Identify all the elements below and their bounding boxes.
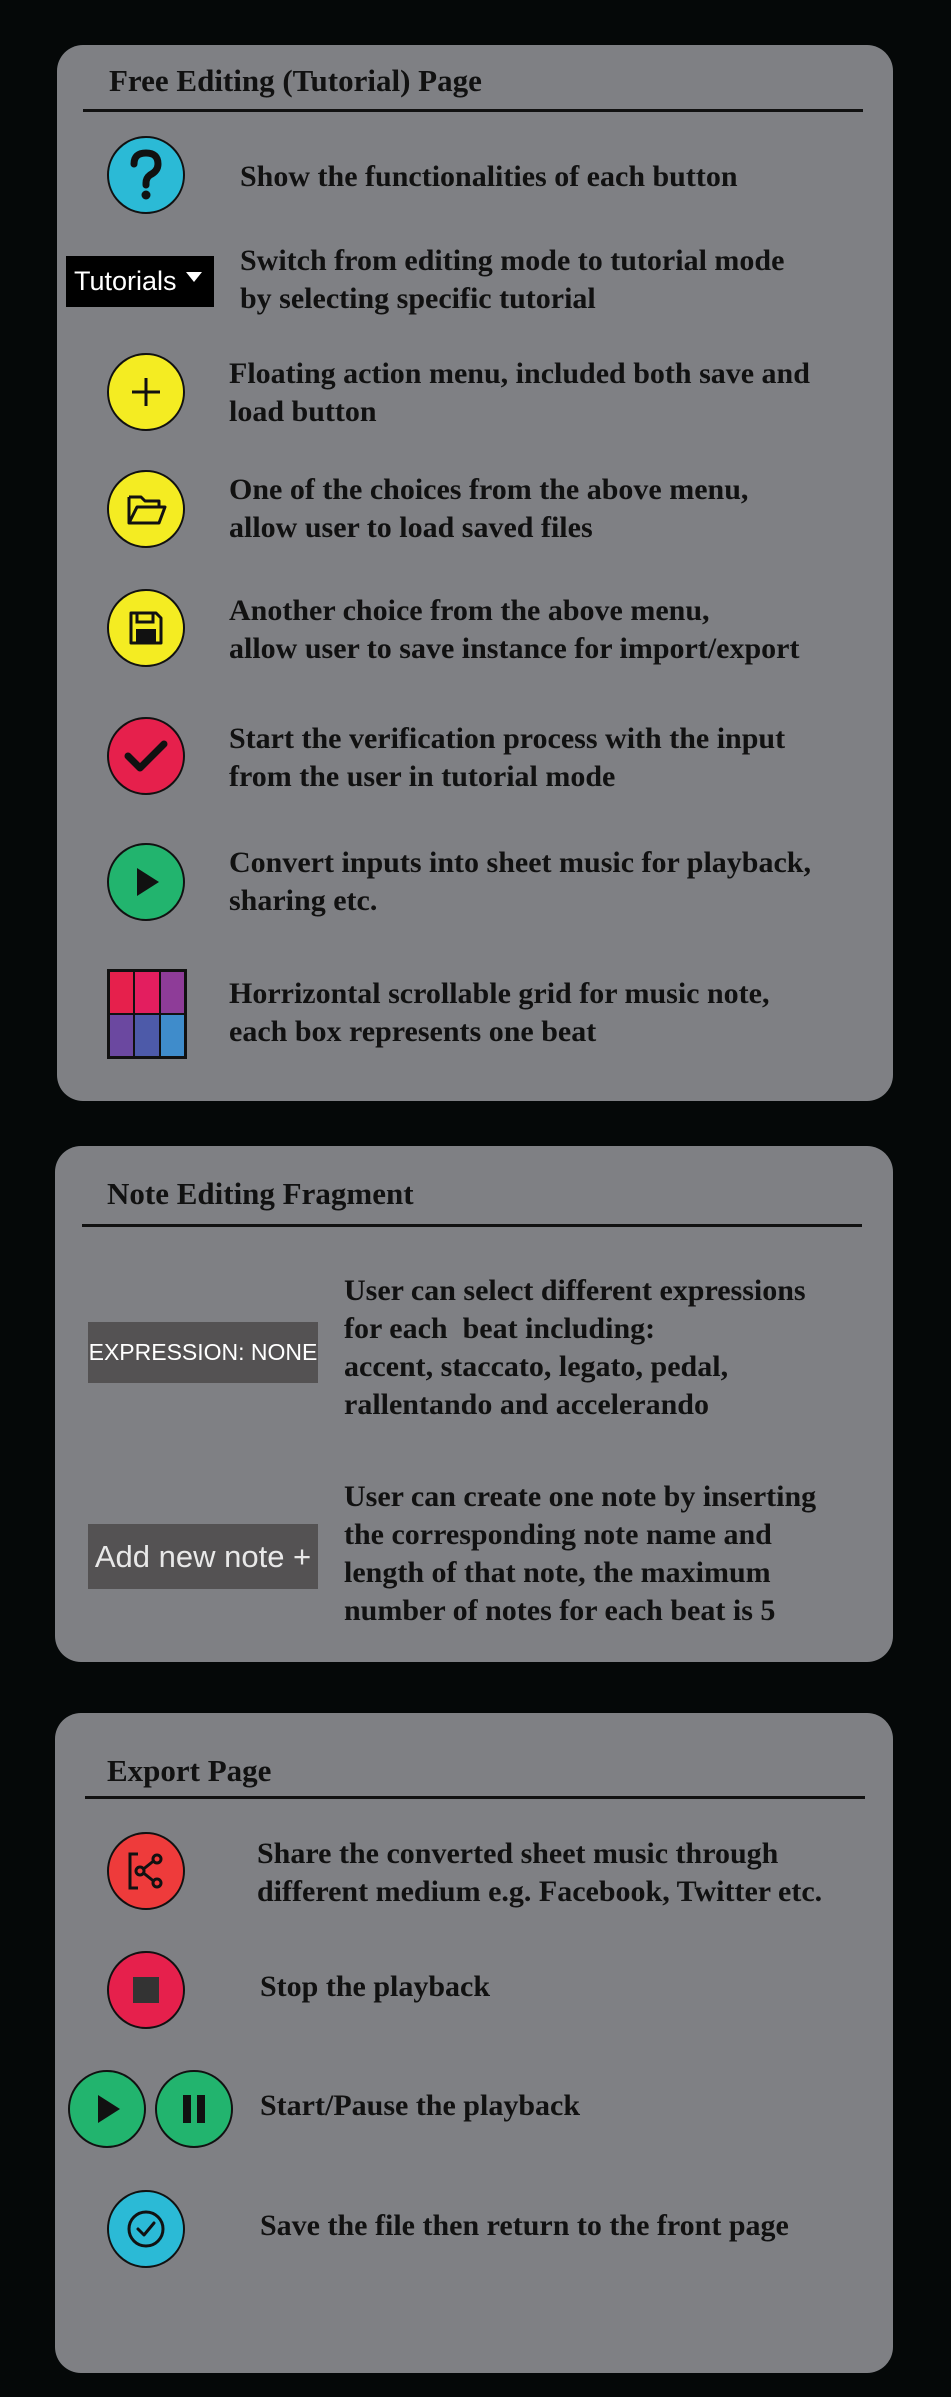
pause-icon [183,2095,205,2123]
plus-icon [132,378,160,406]
checkmark-icon [124,740,168,772]
title-divider [83,109,863,112]
convert-description: Convert inputs into sheet music for play… [229,846,811,917]
stop-description: Stop the playback [260,1970,491,2003]
pause-playback-button[interactable] [155,2070,233,2148]
help-button[interactable] [107,136,185,214]
panel-title: Note Editing Fragment [107,1176,414,1211]
title-divider [82,1224,862,1227]
add-note-button[interactable]: Add new note + [88,1524,318,1589]
tutorials-description: Switch from editing mode to tutorial mod… [240,244,785,315]
verify-button[interactable] [107,717,185,795]
beat-cell[interactable] [159,1014,185,1057]
save-description: Another choice from the above menu, allo… [229,594,800,665]
check-circle-icon [127,2210,165,2248]
beat-cell[interactable] [109,971,135,1014]
stop-icon [133,1977,159,2003]
tutorials-dropdown[interactable]: Tutorials [66,256,214,307]
title-divider [85,1796,865,1799]
question-icon [130,149,162,200]
save-button[interactable] [107,589,185,667]
help-description: Show the functionalities of each button [240,160,738,193]
save-return-button[interactable] [107,2190,185,2268]
caret-down-icon [186,272,202,282]
tutorial-page-panel: Free Editing (Tutorial) Page [57,45,893,1101]
floating-action-button[interactable] [107,353,185,431]
floppy-disk-icon [129,611,163,645]
folder-open-icon [127,495,167,525]
beat-cell[interactable] [134,1014,160,1057]
beat-cell[interactable] [109,1014,135,1057]
start-playback-button[interactable] [68,2070,146,2148]
stop-button[interactable] [107,1951,185,2029]
panel-title: Free Editing (Tutorial) Page [109,63,482,98]
convert-play-button[interactable] [107,843,185,921]
play-icon [137,868,159,896]
expression-button[interactable]: EXPRESSION: NONE [88,1322,318,1383]
share-icon [128,1852,163,1890]
fab-description: Floating action menu, included both save… [229,357,810,428]
verify-description: Start the verification process with the … [229,722,786,793]
play-icon [98,2095,120,2123]
share-button[interactable] [107,1832,185,1910]
export-page-panel: Export Page [55,1713,893,2373]
beat-grid-icon[interactable] [107,969,187,1059]
add-note-description: User can create one note by inserting th… [344,1480,817,1627]
dropdown-label: Tutorials [74,266,177,296]
load-button[interactable] [107,470,185,548]
load-description: One of the choices from the above menu, … [229,473,749,544]
share-description: Share the converted sheet music through … [257,1837,823,1908]
grid-description: Horrizontal scrollable grid for music no… [229,977,770,1048]
play-pause-description: Start/Pause the playback [260,2089,581,2122]
panel-title: Export Page [107,1753,272,1788]
expression-description: User can select different expressions fo… [344,1274,806,1421]
save-return-description: Save the file then return to the front p… [260,2209,789,2242]
beat-cell[interactable] [159,971,185,1014]
beat-cell[interactable] [134,971,160,1014]
